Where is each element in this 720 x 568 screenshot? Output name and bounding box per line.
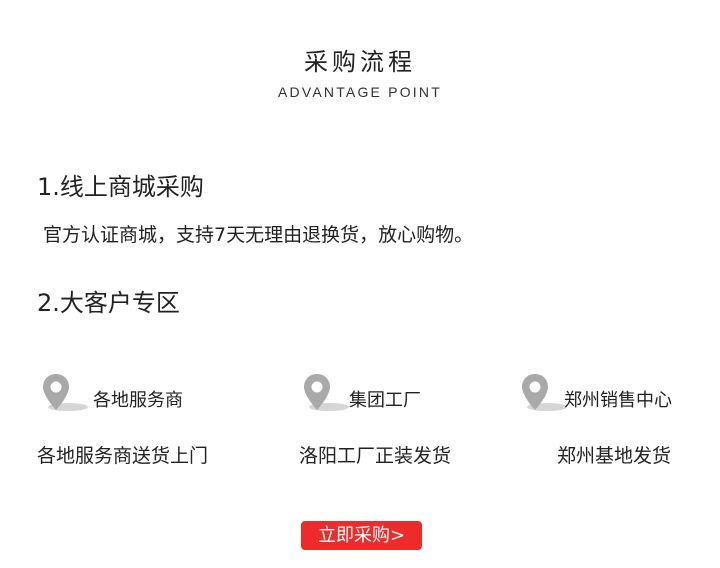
online-mall-description: 官方认证商城，支持7天无理由退换货，放心购物。 bbox=[43, 224, 474, 246]
item-text-local-providers: 各地服务商送货上门 bbox=[37, 445, 209, 467]
section-heading-key-accounts: 2.大客户专区 bbox=[37, 289, 180, 317]
location-pin-icon bbox=[40, 370, 92, 418]
section-heading-online-mall: 1.线上商城采购 bbox=[37, 173, 204, 201]
page-header: 采购流程 ADVANTAGE POINT bbox=[0, 46, 720, 100]
page-title: 采购流程 bbox=[304, 48, 416, 76]
item-label-zhengzhou-center: 郑州销售中心 bbox=[564, 390, 672, 411]
item-text-zhengzhou-center: 郑州基地发货 bbox=[557, 445, 672, 467]
item-label-local-providers: 各地服务商 bbox=[93, 390, 183, 411]
buy-now-button[interactable]: 立即采购> bbox=[301, 521, 422, 550]
item-label-group-factory: 集团工厂 bbox=[349, 390, 421, 411]
item-text-group-factory: 洛阳工厂正装发货 bbox=[299, 445, 452, 467]
page-subtitle: ADVANTAGE POINT bbox=[278, 84, 442, 100]
location-pin-icon bbox=[301, 370, 353, 418]
